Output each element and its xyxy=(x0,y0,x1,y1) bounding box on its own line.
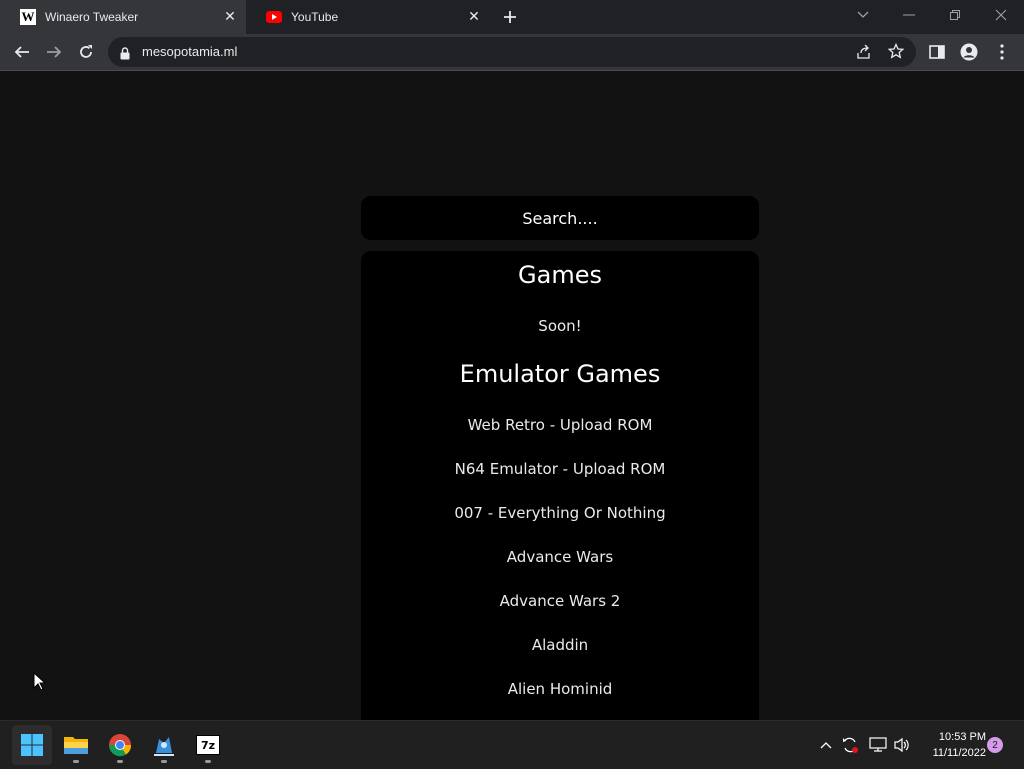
close-tab-icon[interactable]: ✕ xyxy=(466,9,482,25)
system-clock[interactable]: 10:53 PM 11/11/2022 xyxy=(920,729,986,761)
notification-badge[interactable]: 2 xyxy=(987,737,1003,753)
7zip-icon[interactable]: 7z xyxy=(188,725,228,765)
restore-button[interactable] xyxy=(932,0,978,30)
chrome-icon[interactable] xyxy=(100,725,140,765)
sync-icon[interactable] xyxy=(840,735,860,755)
running-indicator xyxy=(161,760,167,763)
tab-search-icon[interactable] xyxy=(840,0,886,30)
clock-time: 10:53 PM xyxy=(938,731,986,743)
mouse-cursor-icon xyxy=(33,671,47,695)
7zip-label: 7z xyxy=(196,735,220,755)
youtube-icon xyxy=(266,9,282,25)
tab-title: YouTube xyxy=(291,10,339,24)
clock-date: 11/11/2022 xyxy=(932,747,986,759)
close-window-button[interactable] xyxy=(978,0,1024,30)
game-link-007[interactable]: 007 - Everything Or Nothing xyxy=(361,504,759,522)
volume-icon[interactable] xyxy=(892,735,912,755)
game-link-advance-wars-2[interactable]: Advance Wars 2 xyxy=(361,592,759,610)
running-indicator xyxy=(117,760,123,763)
back-button[interactable] xyxy=(8,38,36,66)
menu-kebab-icon[interactable] xyxy=(988,38,1016,66)
web-page: Search.... Games Soon! Emulator Games We… xyxy=(0,71,1024,720)
search-input[interactable]: Search.... xyxy=(361,196,759,240)
browser-tab-strip: W Winaero Tweaker ✕ YouTube ✕ xyxy=(0,0,1024,34)
minimize-button[interactable] xyxy=(886,0,932,30)
show-hidden-icons-chevron-icon[interactable] xyxy=(816,735,836,755)
games-list-panel: Games Soon! Emulator Games Web Retro - U… xyxy=(361,251,759,720)
game-link-aladdin[interactable]: Aladdin xyxy=(361,636,759,654)
running-indicator xyxy=(73,760,79,763)
section-title-games: Games xyxy=(518,261,602,289)
game-link-advance-wars[interactable]: Advance Wars xyxy=(361,548,759,566)
forward-button[interactable] xyxy=(40,38,68,66)
url-text: mesopotamia.ml xyxy=(142,44,238,59)
lock-icon[interactable] xyxy=(120,45,130,64)
close-tab-icon[interactable]: ✕ xyxy=(222,9,238,25)
reload-button[interactable] xyxy=(72,38,100,66)
list-item: Soon! xyxy=(538,317,582,335)
network-icon[interactable] xyxy=(868,735,888,755)
search-placeholder: Search.... xyxy=(522,208,598,228)
tab-title: Winaero Tweaker xyxy=(45,10,139,24)
browser-toolbar: mesopotamia.ml xyxy=(0,34,1024,71)
winaero-w-icon: W xyxy=(20,9,36,25)
share-icon[interactable] xyxy=(856,44,872,64)
address-bar[interactable]: mesopotamia.ml xyxy=(108,37,916,67)
side-panel-icon[interactable] xyxy=(923,38,951,66)
section-title-emulator-games: Emulator Games xyxy=(459,360,661,388)
game-link-n64-emulator[interactable]: N64 Emulator - Upload ROM xyxy=(361,460,759,478)
bookmark-star-icon[interactable] xyxy=(887,42,905,63)
profile-avatar-icon[interactable] xyxy=(955,38,983,66)
running-indicator xyxy=(205,760,211,763)
windows-taskbar: 7z 10:53 PM 11/11/2022 2 xyxy=(0,720,1024,769)
game-link-alien-hominid[interactable]: Alien Hominid xyxy=(361,680,759,698)
tab-winaero-tweaker[interactable]: W Winaero Tweaker ✕ xyxy=(0,0,246,34)
tab-youtube[interactable]: YouTube ✕ xyxy=(246,0,490,34)
app-icon[interactable] xyxy=(144,725,184,765)
windows-start-icon[interactable] xyxy=(12,725,52,765)
game-link-web-retro[interactable]: Web Retro - Upload ROM xyxy=(361,416,759,434)
file-explorer-icon[interactable] xyxy=(56,725,96,765)
new-tab-button[interactable] xyxy=(500,7,520,27)
